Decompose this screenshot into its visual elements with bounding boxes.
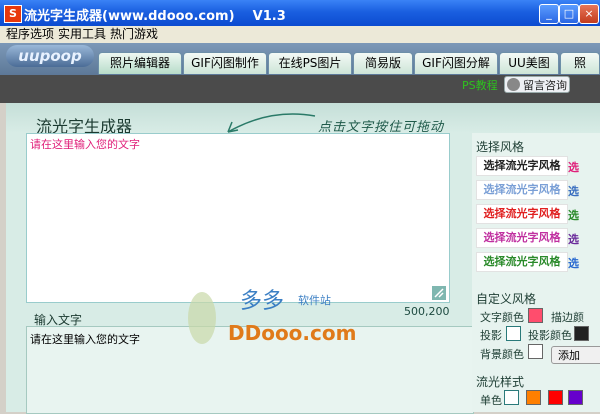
- text-color-label: 文字颜色: [480, 311, 524, 324]
- shadow-label: 投影: [480, 329, 502, 342]
- svg-text:软件站: 软件站: [298, 293, 331, 307]
- add-style-button[interactable]: 添加: [551, 346, 600, 364]
- menu-popular-games[interactable]: 热门游戏: [110, 26, 158, 43]
- svg-text:多多: 多多: [240, 289, 284, 314]
- style-section-title: 选择风格: [476, 140, 525, 154]
- flow-swatch-purple[interactable]: [568, 390, 583, 405]
- ddooo-watermark-logo: 多多 软件站 DDooo.com: [188, 289, 356, 345]
- custom-style-title: 自定义风格: [476, 292, 537, 306]
- style-option-7[interactable]: 选: [568, 183, 579, 199]
- bg-color-swatch[interactable]: [528, 344, 543, 359]
- stroke-color-label: 描边颜: [551, 311, 584, 324]
- preview-canvas[interactable]: [26, 133, 450, 303]
- single-color-label: 单色: [480, 394, 502, 407]
- flow-swatch-red[interactable]: [548, 390, 563, 405]
- svg-text:DDooo.com: DDooo.com: [228, 321, 356, 345]
- style-option-9[interactable]: 选: [568, 231, 579, 247]
- menu-program-options[interactable]: 程序选项: [6, 26, 54, 43]
- flow-swatch-white[interactable]: [504, 390, 519, 405]
- close-button[interactable]: ×: [579, 4, 599, 24]
- style-option-1[interactable]: 选择流光字风格: [476, 156, 568, 176]
- menu-utilities[interactable]: 实用工具: [58, 26, 106, 43]
- tab-photo-editor[interactable]: 照片编辑器: [98, 52, 182, 74]
- tab-simple[interactable]: 简易版: [353, 52, 413, 74]
- shadow-color-label: 投影颜色: [528, 329, 572, 342]
- flow-swatch-orange[interactable]: [526, 390, 541, 405]
- style-option-2[interactable]: 选择流光字风格: [476, 180, 568, 200]
- tab-gif-maker[interactable]: GIF闪图制作: [183, 52, 267, 74]
- bg-color-label: 背景颜色: [480, 348, 524, 361]
- tab-more[interactable]: 照: [560, 52, 600, 74]
- maximize-button[interactable]: □: [559, 4, 579, 24]
- uupoop-logo: uupoop: [6, 45, 94, 67]
- style-option-8[interactable]: 选: [568, 207, 579, 223]
- text-color-swatch[interactable]: [528, 308, 543, 323]
- text-input-value[interactable]: 请在这里输入您的文字: [30, 331, 140, 347]
- user-icon: [507, 78, 520, 91]
- canvas-size: 500,200: [404, 305, 450, 318]
- tab-gif-split[interactable]: GIF闪图分解: [414, 52, 498, 74]
- app-icon: S: [4, 5, 22, 23]
- tab-uu-meitu[interactable]: UU美图: [499, 52, 559, 74]
- shadow-color-swatch[interactable]: [574, 326, 589, 341]
- preview-text[interactable]: 请在这里输入您的文字: [30, 136, 140, 152]
- style-option-10[interactable]: 选: [568, 255, 579, 271]
- flow-style-title: 流光样式: [476, 375, 525, 389]
- window-title: 流光字生成器(www.ddooo.com) V1.3: [24, 9, 286, 24]
- tab-online-ps[interactable]: 在线PS图片: [268, 52, 352, 74]
- style-option-4[interactable]: 选择流光字风格: [476, 228, 568, 248]
- resize-grip-icon[interactable]: [432, 286, 446, 300]
- style-option-5[interactable]: 选择流光字风格: [476, 252, 568, 272]
- style-option-6[interactable]: 选: [568, 159, 579, 175]
- style-option-3[interactable]: 选择流光字风格: [476, 204, 568, 224]
- minimize-button[interactable]: _: [539, 4, 559, 24]
- shadow-checkbox[interactable]: [506, 326, 521, 341]
- ps-tutorial-link[interactable]: PS教程: [462, 77, 498, 93]
